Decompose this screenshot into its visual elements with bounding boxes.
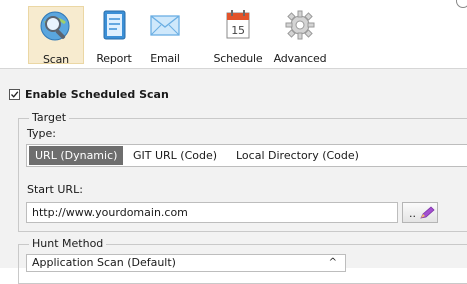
toolbar-report-button[interactable]: Report bbox=[92, 6, 136, 65]
browse-dots-label: .. bbox=[409, 207, 416, 220]
toolbar-scan-button[interactable]: Scan bbox=[28, 6, 84, 66]
target-type-segmented-control: URL (Dynamic) GIT URL (Code) Local Direc… bbox=[26, 144, 467, 167]
type-local-directory-option[interactable]: Local Directory (Code) bbox=[230, 146, 365, 165]
start-url-input[interactable] bbox=[26, 202, 398, 223]
main-toolbar: Scan Report Email 15 Schedule Advanced bbox=[0, 0, 467, 69]
toolbar-advanced-button[interactable]: Advanced bbox=[272, 6, 328, 65]
toolbar-email-button[interactable]: Email bbox=[143, 6, 187, 65]
enable-scheduled-scan-checkbox[interactable] bbox=[9, 89, 20, 100]
hunt-method-selected-value: Application Scan (Default) bbox=[32, 256, 176, 269]
hunt-method-title: Hunt Method bbox=[29, 237, 107, 250]
toolbar-email-label: Email bbox=[150, 52, 180, 65]
help-circle-icon[interactable] bbox=[456, 0, 467, 8]
checkmark-icon bbox=[11, 91, 19, 98]
start-url-label: Start URL: bbox=[27, 183, 83, 196]
scan-magnifier-icon bbox=[40, 11, 70, 41]
toolbar-schedule-label: Schedule bbox=[213, 52, 263, 65]
type-git-url-option[interactable]: GIT URL (Code) bbox=[127, 146, 223, 165]
toolbar-scan-label: Scan bbox=[43, 53, 69, 66]
gear-icon bbox=[285, 10, 315, 40]
hunt-method-select[interactable]: Application Scan (Default) ^ bbox=[26, 254, 346, 272]
type-label: Type: bbox=[27, 127, 56, 140]
toolbar-schedule-button[interactable]: 15 Schedule bbox=[210, 6, 266, 65]
calendar-day-text: 15 bbox=[231, 24, 245, 37]
toolbar-advanced-label: Advanced bbox=[273, 52, 327, 65]
start-url-browse-button[interactable]: .. bbox=[402, 202, 438, 223]
type-url-dynamic-option[interactable]: URL (Dynamic) bbox=[29, 146, 124, 165]
calendar-icon: 15 bbox=[226, 10, 250, 39]
email-envelope-icon bbox=[150, 15, 180, 36]
report-notebook-icon bbox=[103, 10, 126, 40]
enable-scheduled-scan-label: Enable Scheduled Scan bbox=[25, 88, 169, 101]
toolbar-report-label: Report bbox=[96, 52, 132, 65]
target-group-title: Target bbox=[29, 111, 70, 124]
chevron-up-icon: ^ bbox=[328, 257, 337, 268]
pencil-edit-icon bbox=[420, 206, 435, 219]
